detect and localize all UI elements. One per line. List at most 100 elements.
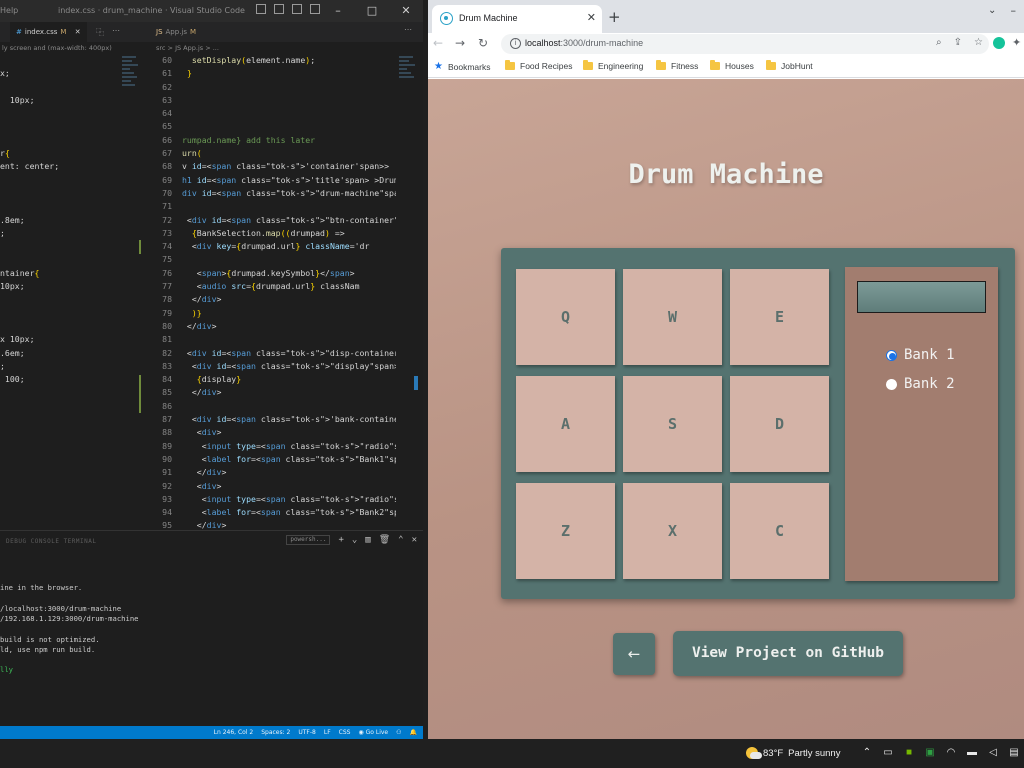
terminal-selector[interactable]: powersh...: [286, 535, 331, 545]
code-line: ;: [0, 227, 5, 238]
volume-icon[interactable]: ◁: [987, 747, 999, 758]
menu-help[interactable]: Help: [0, 6, 18, 15]
go-live-button[interactable]: ◉ Go Live: [358, 726, 388, 739]
wifi-icon[interactable]: ◠: [945, 747, 957, 758]
drum-pad-s[interactable]: S: [623, 376, 722, 472]
back-arrow-icon[interactable]: ←: [433, 36, 443, 50]
code-text: <label for=<span class="tok-s">"Bank1"sp…: [182, 453, 396, 464]
maximize-icon[interactable]: □: [355, 0, 389, 22]
chevron-down-icon[interactable]: ⌄: [352, 535, 357, 545]
url-text[interactable]: localhost:3000/drum-machine: [525, 38, 643, 48]
close-tab-icon[interactable]: ✕: [75, 28, 81, 36]
split-terminal-icon[interactable]: ▥: [365, 535, 370, 545]
toggle-panel-icon[interactable]: [274, 4, 284, 14]
status-eol[interactable]: LF: [324, 726, 331, 739]
folder-icon: [583, 60, 593, 70]
battery-icon[interactable]: ▬: [966, 747, 978, 758]
bookmark-item-fitness[interactable]: Fitness: [656, 60, 698, 71]
breadcrumb[interactable]: src > JS App.js > ...: [156, 42, 219, 54]
drum-pad-q[interactable]: Q: [516, 269, 615, 365]
tab-index-css[interactable]: # index.css M ✕: [10, 22, 87, 42]
status-position[interactable]: Ln 246, Col 2: [214, 726, 254, 739]
status-spaces[interactable]: Spaces: 2: [261, 726, 290, 739]
bookmark-item-bookmarks[interactable]: ★ Bookmarks: [434, 61, 490, 72]
panel-tabs[interactable]: DEBUG CONSOLE TERMINAL: [6, 538, 96, 545]
phone-link-icon[interactable]: ▭: [882, 747, 894, 758]
vscode-window-controls: – □ ✕: [321, 0, 423, 22]
bank-1-radio[interactable]: [886, 349, 897, 361]
tab-title: Drum Machine: [459, 13, 518, 23]
tab-search-icon[interactable]: ⌄: [988, 5, 996, 16]
new-tab-button[interactable]: +: [608, 8, 621, 26]
forward-arrow-icon[interactable]: →: [455, 36, 465, 50]
grammarly-extension-icon[interactable]: [993, 37, 1005, 49]
code-text: <div key={drumpad.url} className='dr: [182, 241, 370, 252]
customize-layout-icon[interactable]: [310, 4, 320, 14]
drum-pad-e[interactable]: E: [730, 269, 829, 365]
minimap[interactable]: [397, 54, 419, 530]
bank-2-option[interactable]: Bank 2: [886, 376, 955, 392]
drum-pad-d[interactable]: D: [730, 376, 829, 472]
code-line: 91 </div>: [150, 466, 396, 479]
share-icon[interactable]: ⇪: [954, 37, 962, 48]
display: [857, 281, 986, 313]
drum-pad-x[interactable]: X: [623, 483, 722, 579]
minimize-icon[interactable]: –: [321, 0, 355, 22]
toggle-secondary-sidebar-icon[interactable]: [292, 4, 302, 14]
bank-1-label[interactable]: Bank 1: [904, 347, 955, 363]
chevron-up-icon[interactable]: ⌃: [861, 747, 873, 758]
bank-1-option[interactable]: Bank 1: [886, 347, 955, 363]
drum-pad-c[interactable]: C: [730, 483, 829, 579]
tab-app-js[interactable]: JS App.js M: [150, 22, 202, 42]
extensions-icon[interactable]: ✦: [1012, 36, 1021, 49]
account-icon[interactable]: ⚇: [396, 726, 401, 739]
more-actions-icon[interactable]: ⋯: [404, 25, 412, 34]
security-icon[interactable]: ▣: [924, 747, 936, 758]
editor-pane-css[interactable]: x; 10px; r{ent: center; .8em;; ntainer{10px…: [0, 54, 120, 530]
close-panel-icon[interactable]: ✕: [412, 535, 417, 545]
notifications-icon[interactable]: ▤: [1008, 747, 1020, 758]
tab-label: index.css: [24, 28, 58, 36]
back-button[interactable]: ←: [613, 633, 655, 675]
status-language[interactable]: CSS: [339, 726, 351, 739]
line-number: 91: [162, 467, 172, 478]
drum-pad-z[interactable]: Z: [516, 483, 615, 579]
bookmark-item-jobhunt[interactable]: JobHunt: [766, 60, 813, 71]
close-tab-icon[interactable]: ✕: [587, 11, 596, 24]
drum-pad-w[interactable]: W: [623, 269, 722, 365]
bookmark-item-houses[interactable]: Houses: [710, 60, 754, 71]
go-live-label: Go Live: [365, 729, 389, 736]
nvidia-icon[interactable]: ■: [903, 747, 915, 758]
drum-pad-a[interactable]: A: [516, 376, 615, 472]
trash-icon[interactable]: 🗑: [379, 535, 390, 545]
weather-widget[interactable]: 83°F Partly sunny: [746, 747, 840, 759]
bank-2-label[interactable]: Bank 2: [904, 376, 955, 392]
split-editor-icon[interactable]: ⿻: [96, 27, 104, 38]
chevron-up-icon[interactable]: ⌃: [398, 535, 403, 545]
minimize-icon[interactable]: –: [1011, 4, 1017, 17]
toggle-sidebar-icon[interactable]: [256, 4, 266, 14]
minimap[interactable]: [120, 54, 142, 530]
editor-pane-js[interactable]: 60 setDisplay(element.name); 61 } 62 63 64 65…: [150, 54, 396, 530]
new-terminal-icon[interactable]: +: [338, 535, 343, 545]
bookmark-item-engineering[interactable]: Engineering: [583, 60, 643, 71]
more-actions-icon[interactable]: ⋯: [112, 26, 120, 35]
bookmark-item-food-recipes[interactable]: Food Recipes: [505, 60, 572, 71]
zoom-icon[interactable]: ⌕: [936, 37, 942, 48]
reload-icon[interactable]: ↻: [478, 36, 488, 50]
address-bar[interactable]: i localhost:3000/drum-machine ⌕ ⇪ ☆: [501, 34, 989, 54]
notifications-icon[interactable]: 🔔: [410, 726, 417, 739]
github-button[interactable]: View Project on GitHub: [673, 631, 903, 676]
code-text: )}: [191, 307, 202, 318]
browser-tab[interactable]: Drum Machine ✕: [432, 5, 602, 33]
status-encoding[interactable]: UTF-8: [298, 726, 316, 739]
scrollbar-thumb[interactable]: [414, 376, 418, 390]
code-line: 63: [150, 94, 396, 107]
site-info-icon[interactable]: i: [510, 38, 521, 49]
bank-2-radio[interactable]: [886, 378, 897, 390]
breadcrumb[interactable]: ly screen and (max-width: 400px): [2, 42, 112, 54]
code-text: }: [186, 68, 192, 79]
line-number: 71: [162, 201, 172, 212]
close-icon[interactable]: ✕: [389, 0, 423, 22]
bookmark-star-icon[interactable]: ☆: [974, 37, 983, 48]
